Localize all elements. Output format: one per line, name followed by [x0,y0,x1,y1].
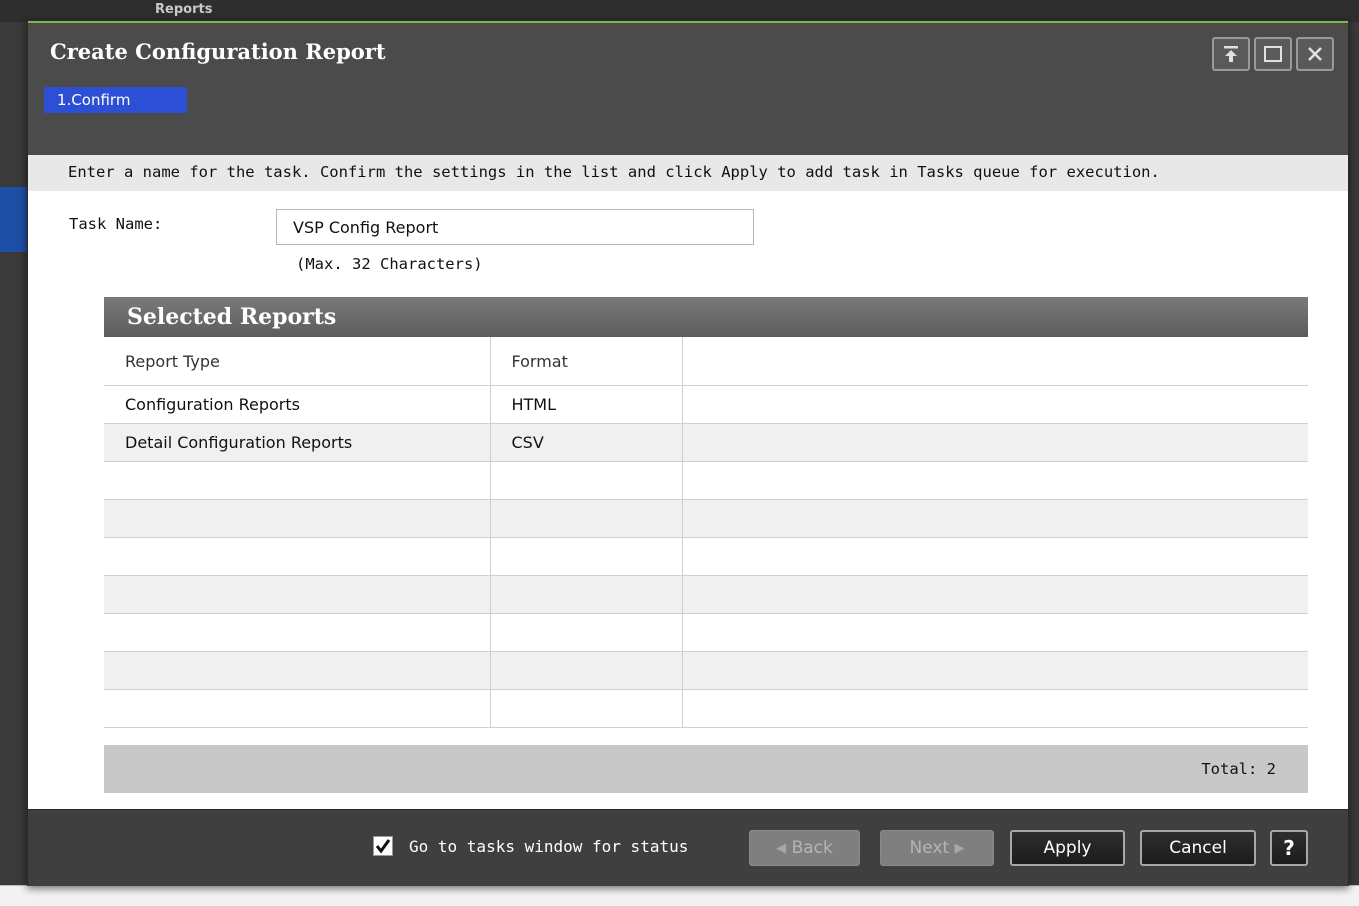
cancel-button[interactable]: Cancel [1140,830,1256,866]
pin-icon[interactable] [1212,37,1250,71]
task-name-label: Task Name: [69,215,163,233]
back-button-label: Back [791,838,833,858]
window-controls [1212,37,1334,71]
cell-empty [682,689,1308,728]
dialog-content: Task Name: (Max. 32 Characters) Selected… [28,191,1348,809]
cell-empty [682,385,1308,424]
background-title: Reports [155,2,213,17]
table-row-empty [104,575,1308,614]
cell-empty [104,575,491,614]
background-bottom-area [0,885,1359,906]
cell-empty [104,499,491,538]
cell-empty [490,651,683,690]
go-to-tasks-checkbox[interactable] [373,836,393,856]
back-button[interactable]: ◀ Back [749,830,860,866]
cell-empty [490,613,683,652]
cell-empty [104,689,491,728]
cell-empty [682,613,1308,652]
help-button[interactable]: ? [1270,830,1308,866]
table-row-empty [104,499,1308,538]
background-left-panel [0,22,30,905]
column-header-format[interactable]: Format [490,337,683,386]
cell-empty [104,537,491,576]
wizard-steps: 1.Confirm [28,79,1348,157]
cell-empty [490,461,683,500]
dialog-titlebar: Create Configuration Report [28,21,1348,81]
checkmark-icon [375,839,391,854]
table-row[interactable]: Configuration Reports HTML [104,385,1308,424]
cell-empty [104,461,491,500]
step-confirm: 1.Confirm [44,87,187,113]
selected-reports-table: Report Type Format Configuration Reports… [104,337,1308,728]
table-row-empty [104,461,1308,500]
task-name-input[interactable] [276,209,754,245]
table-row-empty [104,613,1308,652]
close-icon[interactable] [1296,37,1334,71]
cell-report-type: Configuration Reports [104,385,491,424]
cell-empty [682,537,1308,576]
left-arrow-icon: ◀ [776,840,787,856]
cell-empty [682,499,1308,538]
cell-empty [490,689,683,728]
cell-format: CSV [490,423,683,462]
task-name-hint: (Max. 32 Characters) [296,255,483,273]
go-to-tasks-option[interactable]: Go to tasks window for status [373,836,688,856]
apply-button[interactable]: Apply [1010,830,1125,866]
cell-empty [104,651,491,690]
next-button-label: Next [909,838,950,858]
go-to-tasks-label: Go to tasks window for status [409,836,689,856]
table-header-row: Report Type Format [104,337,1308,386]
maximize-icon[interactable] [1254,37,1292,71]
dialog-title: Create Configuration Report [50,39,386,64]
selected-reports-panel: Selected Reports Report Type Format Conf… [104,297,1308,793]
cell-empty [490,537,683,576]
cell-report-type: Detail Configuration Reports [104,423,491,462]
total-count: Total: 2 [104,745,1308,793]
cell-empty [682,461,1308,500]
selected-reports-title: Selected Reports [104,297,1308,337]
background-topbar: Reports [0,0,1359,22]
cell-empty [682,423,1308,462]
column-header-report-type[interactable]: Report Type [104,337,491,386]
cell-empty [490,575,683,614]
table-row-empty [104,651,1308,690]
create-configuration-report-dialog: Create Configuration Report 1.Confirm En… [27,20,1349,886]
right-arrow-icon: ▶ [954,840,965,856]
table-row-empty [104,537,1308,576]
cell-format: HTML [490,385,683,424]
column-header-empty [682,337,1308,386]
table-row-empty [104,689,1308,728]
background-selected-item [0,187,30,252]
dialog-footer: Go to tasks window for status ◀ Back Nex… [28,809,1348,886]
cell-empty [104,613,491,652]
cell-empty [682,575,1308,614]
next-button[interactable]: Next ▶ [880,830,994,866]
cell-empty [682,651,1308,690]
table-row[interactable]: Detail Configuration Reports CSV [104,423,1308,462]
instructions: Enter a name for the task. Confirm the s… [28,155,1348,191]
cell-empty [490,499,683,538]
